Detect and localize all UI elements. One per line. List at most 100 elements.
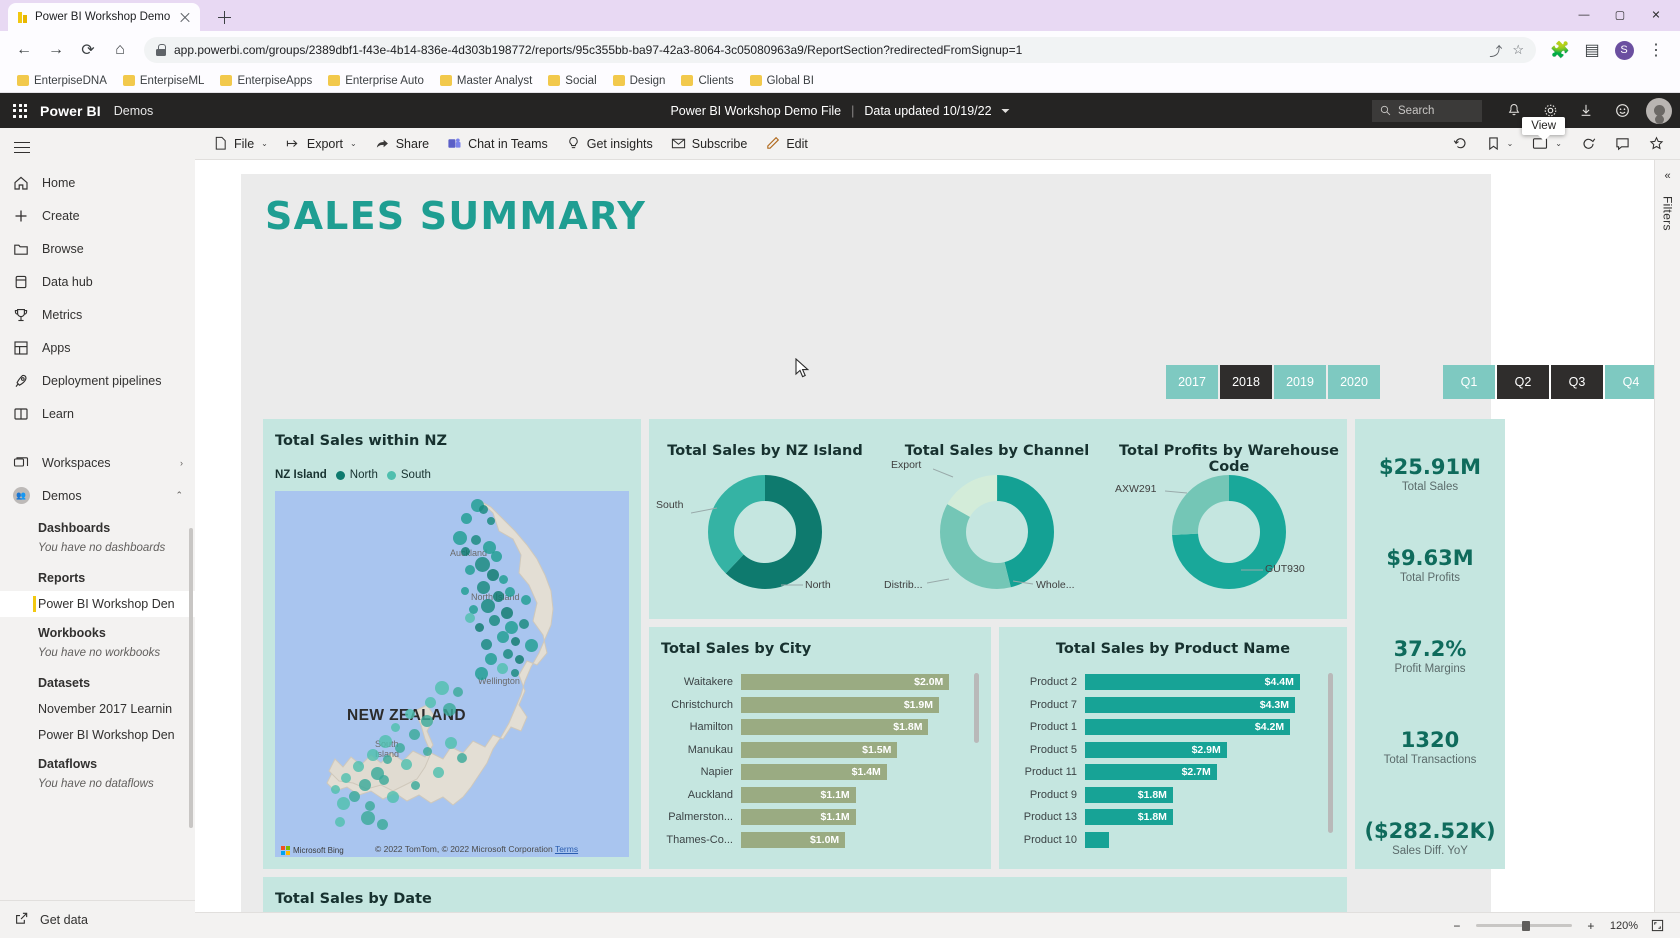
- map-bubble[interactable]: [481, 639, 492, 650]
- map-bubble[interactable]: [367, 749, 379, 761]
- avatar[interactable]: [1646, 98, 1672, 124]
- sidebar-item-browse[interactable]: Browse: [0, 232, 195, 265]
- legend-item-south[interactable]: South: [387, 469, 431, 481]
- map-bubble[interactable]: [379, 775, 389, 785]
- city-bar-tile[interactable]: Total Sales by City Waitakere$2.0MChrist…: [649, 627, 991, 869]
- donut-nz-island[interactable]: Total Sales by NZ Island South North: [649, 419, 881, 619]
- bar-fill[interactable]: $1.1M: [741, 787, 856, 803]
- map-bubble[interactable]: [453, 687, 463, 697]
- map-bubble[interactable]: [521, 595, 531, 605]
- sidebar-item-create[interactable]: Create: [0, 199, 195, 232]
- map-bubble[interactable]: [461, 513, 472, 524]
- bar-fill[interactable]: $1.5M: [741, 742, 897, 758]
- close-icon[interactable]: [178, 10, 192, 24]
- map-bubble[interactable]: [479, 505, 488, 514]
- bar-row[interactable]: Product 1$4.2M: [1011, 716, 1317, 738]
- city-scrollbar[interactable]: [974, 673, 979, 743]
- bookmark-item[interactable]: EnterpiseML: [116, 73, 212, 89]
- quarter-slicer[interactable]: Q1Q2Q3Q4: [1443, 365, 1654, 399]
- map-bubble[interactable]: [421, 715, 433, 727]
- home-icon[interactable]: ⌂: [106, 36, 134, 64]
- forward-icon[interactable]: →: [42, 36, 70, 64]
- bookmark-star-icon[interactable]: ☆: [1512, 42, 1524, 58]
- bar-fill[interactable]: $1.9M: [741, 697, 939, 713]
- search-input[interactable]: Search: [1372, 100, 1482, 122]
- product-scrollbar[interactable]: [1328, 673, 1333, 833]
- bar-row[interactable]: Product 7$4.3M: [1011, 694, 1317, 716]
- bookmark-item[interactable]: Design: [606, 73, 673, 89]
- feedback-icon[interactable]: [1606, 95, 1638, 127]
- bar-fill[interactable]: [1085, 832, 1109, 848]
- year-option-2018[interactable]: 2018: [1220, 365, 1272, 399]
- map-bubble[interactable]: [485, 653, 497, 665]
- map-bubble[interactable]: [331, 785, 340, 794]
- favorite-icon[interactable]: [1641, 132, 1672, 155]
- bar-fill[interactable]: $4.3M: [1085, 697, 1295, 713]
- year-slicer[interactable]: 2017201820192020: [1166, 365, 1380, 399]
- map-bubble[interactable]: [515, 655, 524, 664]
- bar-fill[interactable]: $1.1M: [741, 809, 856, 825]
- city-bars[interactable]: Waitakere$2.0MChristchurch$1.9MHamilton$…: [655, 671, 965, 851]
- bookmark-item[interactable]: EnterpiseApps: [213, 73, 319, 89]
- map-bubble[interactable]: [359, 779, 371, 791]
- map-bubble[interactable]: [361, 811, 375, 825]
- year-option-2017[interactable]: 2017: [1166, 365, 1218, 399]
- map-bubble[interactable]: [423, 747, 432, 756]
- map-bubble[interactable]: [505, 587, 515, 597]
- map-bubble[interactable]: [465, 613, 475, 623]
- ribbon-share-button[interactable]: Share: [367, 132, 437, 155]
- legend-item-north[interactable]: North: [336, 469, 378, 481]
- map-bubble[interactable]: [461, 547, 470, 556]
- browser-tab[interactable]: Power BI Workshop Demo File -: [8, 3, 200, 31]
- chevron-down-icon[interactable]: [1002, 109, 1010, 113]
- map-bubble[interactable]: [475, 667, 488, 680]
- map-bubble[interactable]: [465, 565, 475, 575]
- map-bubble[interactable]: [461, 587, 469, 595]
- bar-row[interactable]: Napier$1.4M: [655, 761, 965, 783]
- bar-row[interactable]: Hamilton$1.8M: [655, 716, 965, 738]
- download-icon[interactable]: [1570, 95, 1602, 127]
- map-bubble[interactable]: [435, 681, 449, 695]
- map-bubble[interactable]: [511, 669, 519, 677]
- map-bubble[interactable]: [337, 797, 350, 810]
- map-bubble[interactable]: [401, 759, 412, 770]
- canvas-scroll-area[interactable]: SALES SUMMARY 2017201820192020 Q1Q2Q3Q4 …: [195, 160, 1654, 912]
- filters-rail[interactable]: « Filters: [1654, 160, 1680, 912]
- ribbon-export-button[interactable]: Export⌄: [278, 132, 365, 155]
- donut-chart-channel[interactable]: [938, 471, 1056, 593]
- bookmark-icon[interactable]: ⌄: [1479, 132, 1522, 155]
- zoom-slider-knob[interactable]: [1522, 921, 1530, 931]
- map-bubble[interactable]: [457, 753, 467, 763]
- bar-fill[interactable]: $4.4M: [1085, 674, 1300, 690]
- map-bubble[interactable]: [341, 773, 351, 783]
- report-canvas[interactable]: SALES SUMMARY 2017201820192020 Q1Q2Q3Q4 …: [241, 174, 1491, 912]
- bar-row[interactable]: Manukau$1.5M: [655, 739, 965, 761]
- nav-collapse-button[interactable]: [0, 128, 195, 166]
- donut-warehouse[interactable]: Total Profits by Warehouse Code AXW291 G…: [1113, 419, 1345, 619]
- product-bar-tile[interactable]: Total Sales by Product Name Product 2$4.…: [999, 627, 1347, 869]
- map-bubble[interactable]: [377, 819, 388, 830]
- sidebar-item-home[interactable]: Home: [0, 166, 195, 199]
- year-option-2020[interactable]: 2020: [1328, 365, 1380, 399]
- map-bubble[interactable]: [349, 791, 360, 802]
- browser-menu-icon[interactable]: ⋮: [1642, 36, 1670, 64]
- nav-sub-item[interactable]: Power BI Workshop Den: [0, 591, 195, 617]
- year-option-2019[interactable]: 2019: [1274, 365, 1326, 399]
- profile-avatar[interactable]: S: [1610, 36, 1638, 64]
- kpi-card[interactable]: 37.2%Profit Margins: [1355, 637, 1505, 675]
- quarter-option-q1[interactable]: Q1: [1443, 365, 1495, 399]
- map-bubble[interactable]: [491, 551, 502, 562]
- sidebar-item-deployment-pipelines[interactable]: Deployment pipelines: [0, 364, 195, 397]
- map-bubble[interactable]: [511, 637, 520, 646]
- nav-sub-item[interactable]: November 2017 Learnin: [0, 696, 195, 722]
- map-bubble[interactable]: [387, 791, 399, 803]
- bookmark-item[interactable]: EnterpiseDNA: [10, 73, 114, 89]
- ribbon--button[interactable]: [818, 140, 834, 148]
- bar-fill[interactable]: $2.7M: [1085, 764, 1217, 780]
- bar-fill[interactable]: $1.8M: [1085, 809, 1173, 825]
- kpi-card[interactable]: $9.63MTotal Profits: [1355, 546, 1505, 584]
- map-bubble[interactable]: [497, 663, 508, 674]
- quarter-option-q3[interactable]: Q3: [1551, 365, 1603, 399]
- map-bubble[interactable]: [443, 703, 456, 716]
- date-bars[interactable]: [321, 907, 1335, 912]
